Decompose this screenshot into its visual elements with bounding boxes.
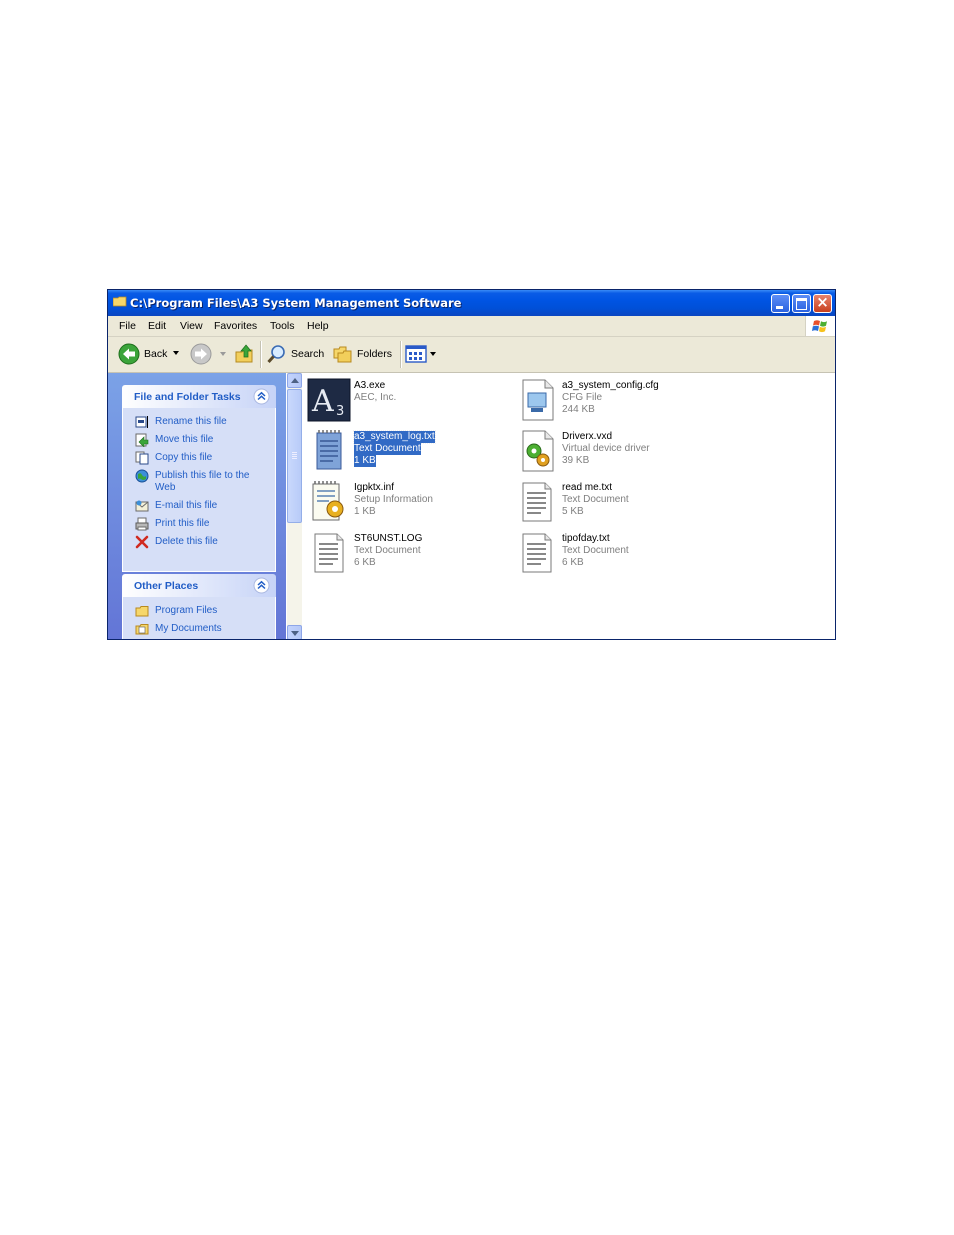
driver-icon — [522, 430, 554, 472]
forward-arrow-icon — [190, 343, 212, 365]
file-folder-tasks-list: Rename this file Move this file Copy thi… — [122, 408, 276, 572]
folder-icon — [113, 296, 127, 307]
collapse-icon[interactable] — [253, 577, 270, 594]
text-document-icon — [314, 533, 344, 573]
search-label: Search — [291, 348, 325, 360]
maximize-icon — [796, 298, 807, 310]
other-places-panel: Other Places Program Files My Documents — [122, 574, 276, 639]
menu-tools[interactable]: Tools — [270, 320, 295, 332]
publish-icon — [135, 469, 149, 483]
menu-view[interactable]: View — [180, 320, 203, 332]
delete-icon — [135, 535, 149, 549]
rename-icon — [135, 416, 148, 428]
close-icon: × — [816, 293, 829, 311]
file-folder-tasks-header[interactable]: File and Folder Tasks — [122, 385, 276, 408]
views-dropdown-icon[interactable] — [430, 352, 436, 356]
menu-favorites[interactable]: Favorites — [214, 320, 257, 332]
folders-icon — [333, 346, 352, 363]
scroll-up-button[interactable] — [287, 373, 302, 388]
panel-title: File and Folder Tasks — [134, 391, 241, 403]
forward-dropdown-icon[interactable] — [220, 352, 226, 356]
minimize-icon — [776, 306, 783, 309]
notepad-icon — [316, 430, 342, 470]
maximize-button[interactable] — [792, 294, 811, 313]
text-document-icon — [522, 482, 552, 522]
windows-logo-icon — [805, 316, 835, 336]
menu-file[interactable]: File — [119, 320, 136, 332]
file-item-a3-system-config[interactable]: a3_system_config.cfg CFG File 244 KB — [515, 378, 715, 426]
publish-label-web: Web — [155, 482, 176, 493]
search-icon — [267, 345, 285, 364]
up-folder-icon[interactable] — [234, 343, 256, 365]
back-arrow-icon — [118, 343, 140, 365]
file-list: A 3 A3.exe AEC, Inc. a3_system_config.cf… — [303, 373, 835, 639]
toolbar-separator — [260, 341, 262, 368]
panel-title: Other Places — [134, 580, 199, 592]
menu-help[interactable]: Help — [307, 320, 329, 332]
file-item-igpktx-inf[interactable]: Igpktx.inf Setup Information 1 KB — [307, 480, 507, 528]
scroll-thumb[interactable] — [287, 389, 302, 523]
search-button[interactable]: Search — [266, 343, 326, 365]
move-icon — [135, 433, 149, 447]
vertical-scrollbar[interactable] — [287, 373, 302, 639]
cfg-file-icon — [522, 379, 554, 421]
standard-toolbar: Back Search Folders — [108, 337, 835, 373]
scroll-up-icon — [291, 378, 299, 383]
minimize-button[interactable] — [771, 294, 790, 313]
folders-label: Folders — [357, 348, 393, 360]
forward-button[interactable] — [190, 343, 230, 365]
scroll-down-button[interactable] — [287, 625, 302, 639]
file-item-a3-system-log[interactable]: a3_system_log.txt Text Document 1 KB — [307, 429, 507, 477]
svg-text:3: 3 — [336, 404, 344, 419]
back-label: Back — [144, 348, 168, 360]
setup-info-icon — [312, 481, 344, 521]
back-button[interactable]: Back — [118, 343, 184, 365]
back-dropdown-icon[interactable] — [173, 351, 179, 355]
folder-icon — [135, 606, 149, 617]
svg-text:A: A — [311, 384, 334, 419]
file-item-tipofday-txt[interactable]: tipofday.txt Text Document 6 KB — [515, 531, 715, 579]
menu-bar: File Edit View Favorites Tools Help — [108, 316, 835, 337]
file-item-driverx-vxd[interactable]: Driverx.vxd Virtual device driver 39 KB — [515, 429, 715, 477]
views-icon — [405, 345, 427, 363]
other-places-list: Program Files My Documents — [122, 597, 276, 639]
explorer-window: C:\Program Files\A3 System Management So… — [107, 289, 836, 640]
file-item-st6unst-log[interactable]: ST6UNST.LOG Text Document 6 KB — [307, 531, 507, 579]
email-icon — [135, 500, 149, 512]
a3-app-icon: A 3 — [307, 378, 351, 422]
collapse-icon[interactable] — [253, 388, 270, 405]
window-title: C:\Program Files\A3 System Management So… — [130, 296, 462, 310]
print-icon — [135, 517, 149, 531]
copy-icon — [135, 451, 149, 465]
close-button[interactable]: × — [813, 293, 832, 313]
file-item-a3-exe[interactable]: A 3 A3.exe AEC, Inc. — [307, 378, 507, 426]
views-button[interactable] — [405, 345, 437, 365]
text-document-icon — [522, 533, 552, 573]
thumb-grip — [292, 452, 297, 453]
task-pane: File and Folder Tasks Rename this file M… — [108, 373, 286, 639]
my-documents-icon — [135, 624, 149, 635]
title-bar[interactable]: C:\Program Files\A3 System Management So… — [108, 290, 835, 316]
toolbar-separator — [400, 341, 402, 368]
menu-edit[interactable]: Edit — [148, 320, 166, 332]
file-item-read-me-txt[interactable]: read me.txt Text Document 5 KB — [515, 480, 715, 528]
folders-button[interactable]: Folders — [332, 343, 394, 365]
other-places-header[interactable]: Other Places — [122, 574, 276, 597]
file-folder-tasks-panel: File and Folder Tasks Rename this file M… — [122, 385, 276, 572]
scroll-down-icon — [291, 631, 299, 636]
